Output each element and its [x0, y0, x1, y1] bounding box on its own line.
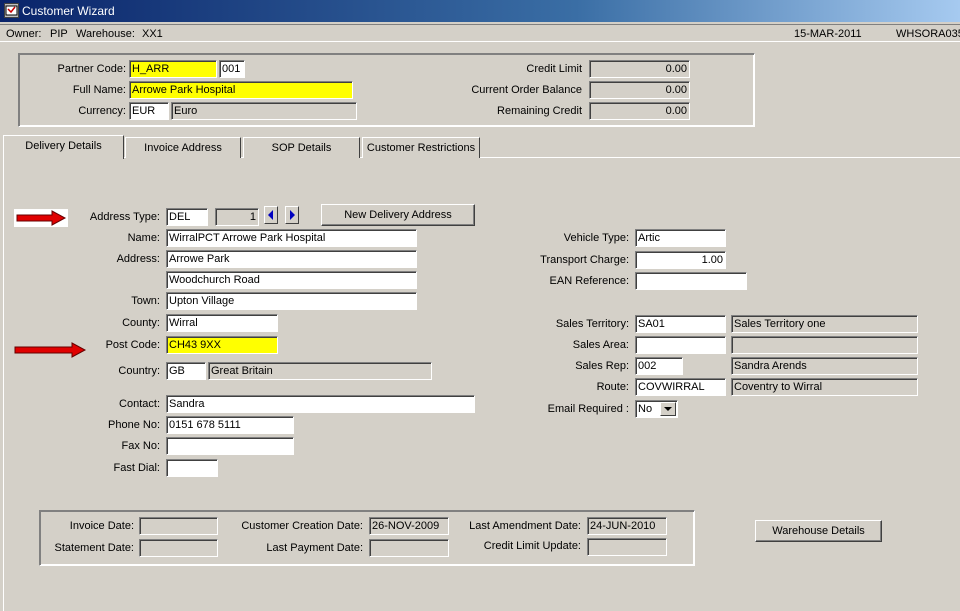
name-field[interactable]: WirralPCT Arrowe Park Hospital: [166, 229, 417, 247]
invoice-date-field: [139, 517, 218, 535]
vehicle-type-label: Vehicle Type:: [563, 232, 629, 244]
last-payment-date-field: [369, 539, 449, 557]
town-label: Town:: [131, 295, 160, 307]
address-line2-field[interactable]: Woodchurch Road: [166, 271, 417, 289]
app-icon[interactable]: [4, 3, 19, 18]
full-name-label: Full Name:: [72, 84, 126, 96]
email-required-value: No: [638, 403, 653, 415]
remaining-credit-label: Remaining Credit: [497, 105, 582, 117]
email-required-select[interactable]: No: [635, 400, 678, 418]
customer-creation-date-label: Customer Creation Date:: [241, 520, 363, 532]
statement-date-label: Statement Date:: [54, 542, 135, 554]
warehouse-label: Warehouse:: [76, 28, 135, 40]
name-label: Name:: [127, 232, 160, 244]
currency-label: Currency:: [78, 105, 126, 117]
route-code-field[interactable]: COVWIRRAL: [635, 378, 726, 396]
transport-charge-field[interactable]: 1.00: [635, 251, 726, 269]
last-amendment-date-field: 24-JUN-2010: [587, 517, 667, 535]
chevron-down-icon: [664, 407, 672, 411]
county-field[interactable]: Wirral: [166, 314, 278, 332]
phone-label: Phone No:: [108, 419, 160, 431]
arrow-left-icon: [268, 210, 273, 220]
vehicle-type-field[interactable]: Artic: [635, 229, 726, 247]
warehouse-details-button[interactable]: Warehouse Details: [755, 520, 882, 542]
fast-dial-field[interactable]: [166, 459, 218, 477]
remaining-credit-field: 0.00: [589, 102, 690, 120]
sales-area-code-field[interactable]: [635, 336, 726, 354]
new-delivery-address-button[interactable]: New Delivery Address: [321, 204, 475, 226]
sales-territory-label: Sales Territory:: [555, 318, 629, 330]
last-amendment-date-label: Last Amendment Date:: [469, 520, 581, 532]
tab-sop-details[interactable]: SOP Details: [243, 137, 360, 158]
credit-limit-label: Credit Limit: [526, 63, 582, 75]
post-code-field[interactable]: CH43 9XX: [166, 336, 278, 354]
credit-limit-field: 0.00: [589, 60, 690, 78]
statement-date-field: [139, 539, 218, 557]
owner-label: Owner:: [6, 28, 42, 40]
address-type-field[interactable]: DEL: [166, 208, 208, 226]
partner-code-label: Partner Code:: [57, 63, 126, 75]
fast-dial-label: Fast Dial:: [113, 462, 160, 474]
dropdown-button[interactable]: [660, 402, 676, 416]
credit-limit-update-label: Credit Limit Update:: [483, 540, 581, 552]
warehouse-value: XX1: [142, 28, 163, 40]
sales-rep-name-field: Sandra Arends: [731, 357, 918, 375]
country-name-field: Great Britain: [208, 362, 432, 380]
contact-label: Contact:: [119, 398, 160, 410]
country-label: Country:: [118, 365, 160, 377]
sales-territory-name-field: Sales Territory one: [731, 315, 918, 333]
window-title: Customer Wizard: [22, 4, 115, 18]
tab-invoice-address[interactable]: Invoice Address: [125, 137, 241, 158]
country-code-field[interactable]: GB: [166, 362, 206, 380]
ean-reference-field[interactable]: [635, 272, 747, 290]
prev-address-button[interactable]: [264, 206, 278, 224]
county-label: County:: [122, 317, 160, 329]
address-label: Address:: [116, 253, 160, 265]
sales-territory-code-field[interactable]: SA01: [635, 315, 726, 333]
currency-name-field: Euro: [171, 102, 357, 120]
last-payment-date-label: Last Payment Date:: [266, 542, 363, 554]
phone-field[interactable]: 0151 678 5111: [166, 416, 294, 434]
town-field[interactable]: Upton Village: [166, 292, 417, 310]
post-code-label: Post Code:: [105, 339, 160, 351]
sales-area-label: Sales Area:: [572, 339, 629, 351]
next-address-button[interactable]: [285, 206, 299, 224]
full-name-field[interactable]: Arrowe Park Hospital: [129, 81, 353, 99]
address-type-label: Address Type:: [89, 211, 160, 223]
tab-delivery-details[interactable]: Delivery Details: [3, 135, 124, 159]
current-date: 15-MAR-2011: [794, 28, 862, 40]
route-name-field: Coventry to Wirral: [731, 378, 918, 396]
current-order-balance-label: Current Order Balance: [471, 84, 582, 96]
fax-field[interactable]: [166, 437, 294, 455]
owner-value: PIP: [50, 28, 68, 40]
server-name: WHSORA035: [896, 28, 960, 40]
info-bar: Owner: PIP Warehouse: XX1 15-MAR-2011 WH…: [0, 24, 960, 42]
contact-field[interactable]: Sandra: [166, 395, 475, 413]
title-bar: Customer Wizard: [0, 0, 960, 22]
route-label: Route:: [596, 381, 629, 393]
current-order-balance-field: 0.00: [589, 81, 690, 99]
sales-rep-code-field[interactable]: 002: [635, 357, 683, 375]
customer-creation-date-field: 26-NOV-2009: [369, 517, 449, 535]
email-required-label: Email Required :: [547, 403, 629, 415]
address-index-field: 1: [215, 208, 259, 226]
tab-customer-restrictions[interactable]: Customer Restrictions: [362, 137, 480, 158]
partner-code-field[interactable]: H_ARR: [129, 60, 217, 78]
sales-area-name-field: [731, 336, 918, 354]
ean-reference-label: EAN Reference:: [549, 275, 629, 287]
arrow-right-icon: [290, 210, 295, 220]
credit-limit-update-field: [587, 538, 667, 556]
currency-code-field[interactable]: EUR: [129, 102, 169, 120]
partner-suffix-field[interactable]: 001: [219, 60, 245, 78]
fax-label: Fax No:: [121, 440, 160, 452]
sales-rep-label: Sales Rep:: [575, 360, 629, 372]
invoice-date-label: Invoice Date:: [69, 520, 134, 532]
address-line1-field[interactable]: Arrowe Park: [166, 250, 417, 268]
transport-charge-label: Transport Charge:: [540, 254, 629, 266]
